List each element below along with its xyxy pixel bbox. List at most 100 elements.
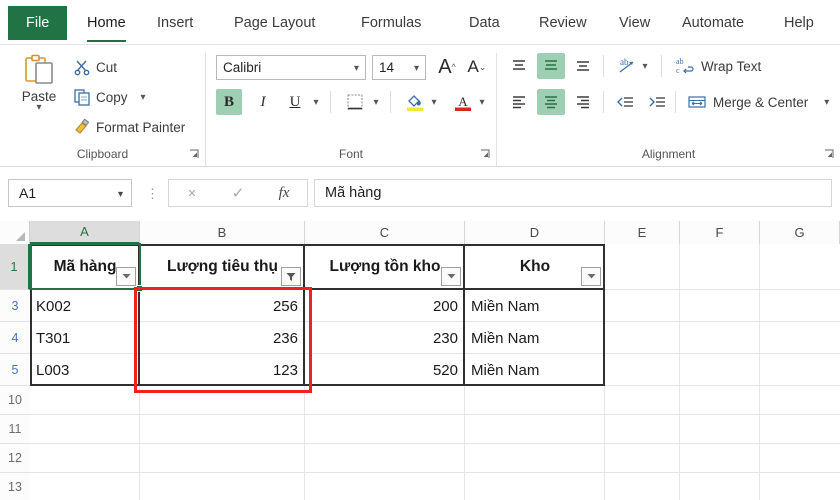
cell-c4[interactable]: 230 [305,322,465,354]
column-header-b[interactable]: B [140,221,305,244]
row-header-10[interactable]: 10 [0,386,30,415]
tab-review[interactable]: Review [530,8,596,38]
borders-button[interactable] [342,89,368,115]
cell-a3[interactable]: K002 [30,290,140,322]
tab-insert[interactable]: Insert [148,8,202,38]
clipboard-group-label: Clipboard [76,147,129,161]
select-all-corner-button[interactable] [0,221,30,244]
gridline-v-f [759,244,760,500]
tab-automate[interactable]: Automate [673,8,753,38]
enter-formula-button[interactable]: ✓ [215,184,261,202]
clipboard-dialog-launcher-icon[interactable] [189,149,201,161]
formula-input[interactable]: Mã hàng [314,179,832,207]
cell-b4[interactable]: 236 [140,322,305,354]
column-header-c[interactable]: C [305,221,465,244]
scissors-icon [74,60,90,76]
tab-formulas[interactable]: Formulas [352,8,430,38]
italic-button[interactable]: I [250,89,276,115]
bold-button[interactable]: B [216,89,242,115]
merge-chevron-down-icon[interactable]: ▾ [824,97,829,108]
alignment-dialog-launcher-icon[interactable] [824,149,836,161]
wrap-text-button[interactable]: ab c Wrap Text [675,53,761,79]
row-header-4[interactable]: 4 [0,322,30,354]
column-header-a[interactable]: A [30,221,140,244]
tab-home[interactable]: Home [78,8,135,42]
tab-page-layout[interactable]: Page Layout [225,8,324,38]
column-header-g[interactable]: G [760,221,840,244]
align-middle-button[interactable] [537,53,565,79]
autofilter-button-c[interactable] [441,267,461,286]
autofilter-button-d[interactable] [581,267,601,286]
fill-handle[interactable] [136,285,143,292]
cell-a5[interactable]: L003 [30,354,140,386]
font-family-select[interactable]: Calibri ▾ [216,55,366,80]
merge-center-icon [688,96,706,108]
tab-help[interactable]: Help [775,8,823,38]
column-header-e[interactable]: E [605,221,680,244]
funnel-icon [286,272,296,281]
row-header-5[interactable]: 5 [0,354,30,386]
decrease-indent-button[interactable] [611,89,639,115]
row-header-12[interactable]: 12 [0,444,30,473]
cell-d5[interactable]: Miền Nam [465,354,605,386]
format-painter-button[interactable]: Format Painter [70,115,188,139]
chevron-down-icon [587,274,595,279]
merge-and-center-button[interactable]: Merge & Center ▾ [687,89,829,115]
align-top-button[interactable] [505,53,533,79]
increase-font-size-button[interactable]: A ^ [434,53,460,81]
font-color-chevron-down-icon[interactable]: ▾ [476,89,488,115]
font-dialog-launcher-icon[interactable] [480,149,492,161]
autofilter-button-a[interactable] [116,267,136,286]
cell-d3[interactable]: Miền Nam [465,290,605,322]
font-size-select[interactable]: 14 ▾ [372,55,426,80]
svg-text:ab: ab [676,57,684,66]
tab-file-label: File [26,15,50,31]
decrease-indent-icon [617,97,633,107]
cell-b5[interactable]: 123 [140,354,305,386]
font-divider-1 [330,91,331,113]
orientation-chevron-down-icon[interactable]: ▾ [639,53,651,79]
row-header-11[interactable]: 11 [0,415,30,444]
column-header-d[interactable]: D [465,221,605,244]
cell-a4[interactable]: T301 [30,322,140,354]
decrease-font-size-button[interactable]: A ⌄ [464,53,490,81]
font-color-button[interactable]: A [450,89,476,115]
insert-function-icon[interactable]: fx [261,185,307,202]
cancel-formula-button[interactable]: × [169,185,215,202]
table-border-col-c [463,244,465,386]
cell-b3[interactable]: 256 [140,290,305,322]
column-header-f[interactable]: F [680,221,760,244]
align-left-button[interactable] [505,89,533,115]
paste-chevron-down-icon[interactable]: ▾ [36,103,41,113]
tab-data[interactable]: Data [460,8,509,38]
tab-view[interactable]: View [610,8,659,38]
table-border-col-b [303,244,305,386]
fill-color-button[interactable] [402,89,428,115]
cell-c3[interactable]: 200 [305,290,465,322]
orientation-button[interactable]: ab [613,53,641,79]
align-right-button[interactable] [569,89,597,115]
copy-button[interactable]: Copy ▾ [70,85,149,109]
copy-chevron-down-icon[interactable]: ▾ [141,92,146,103]
cell-c5[interactable]: 520 [305,354,465,386]
paste-button[interactable]: Paste ▾ [10,53,68,139]
cut-button[interactable]: Cut [70,55,120,79]
tab-help-label: Help [784,15,814,31]
row-header-1[interactable]: 1 [0,244,30,290]
tab-file[interactable]: File [8,6,68,40]
underline-chevron-down-icon[interactable]: ▾ [310,89,322,115]
align-center-button[interactable] [537,89,565,115]
autofilter-button-b[interactable] [281,267,301,286]
align-bottom-button[interactable] [569,53,597,79]
tab-page-layout-label: Page Layout [234,15,316,31]
row-header-13[interactable]: 13 [0,473,30,500]
fill-color-chevron-down-icon[interactable]: ▾ [428,89,440,115]
name-box[interactable]: A1 ▾ [8,179,132,207]
borders-chevron-down-icon[interactable]: ▾ [370,89,382,115]
cell-d4[interactable]: Miền Nam [465,322,605,354]
svg-text:A: A [458,94,468,109]
row-header-3[interactable]: 3 [0,290,30,322]
underline-button[interactable]: U [282,89,308,115]
chevron-down-icon [447,274,455,279]
increase-indent-button[interactable] [643,89,671,115]
